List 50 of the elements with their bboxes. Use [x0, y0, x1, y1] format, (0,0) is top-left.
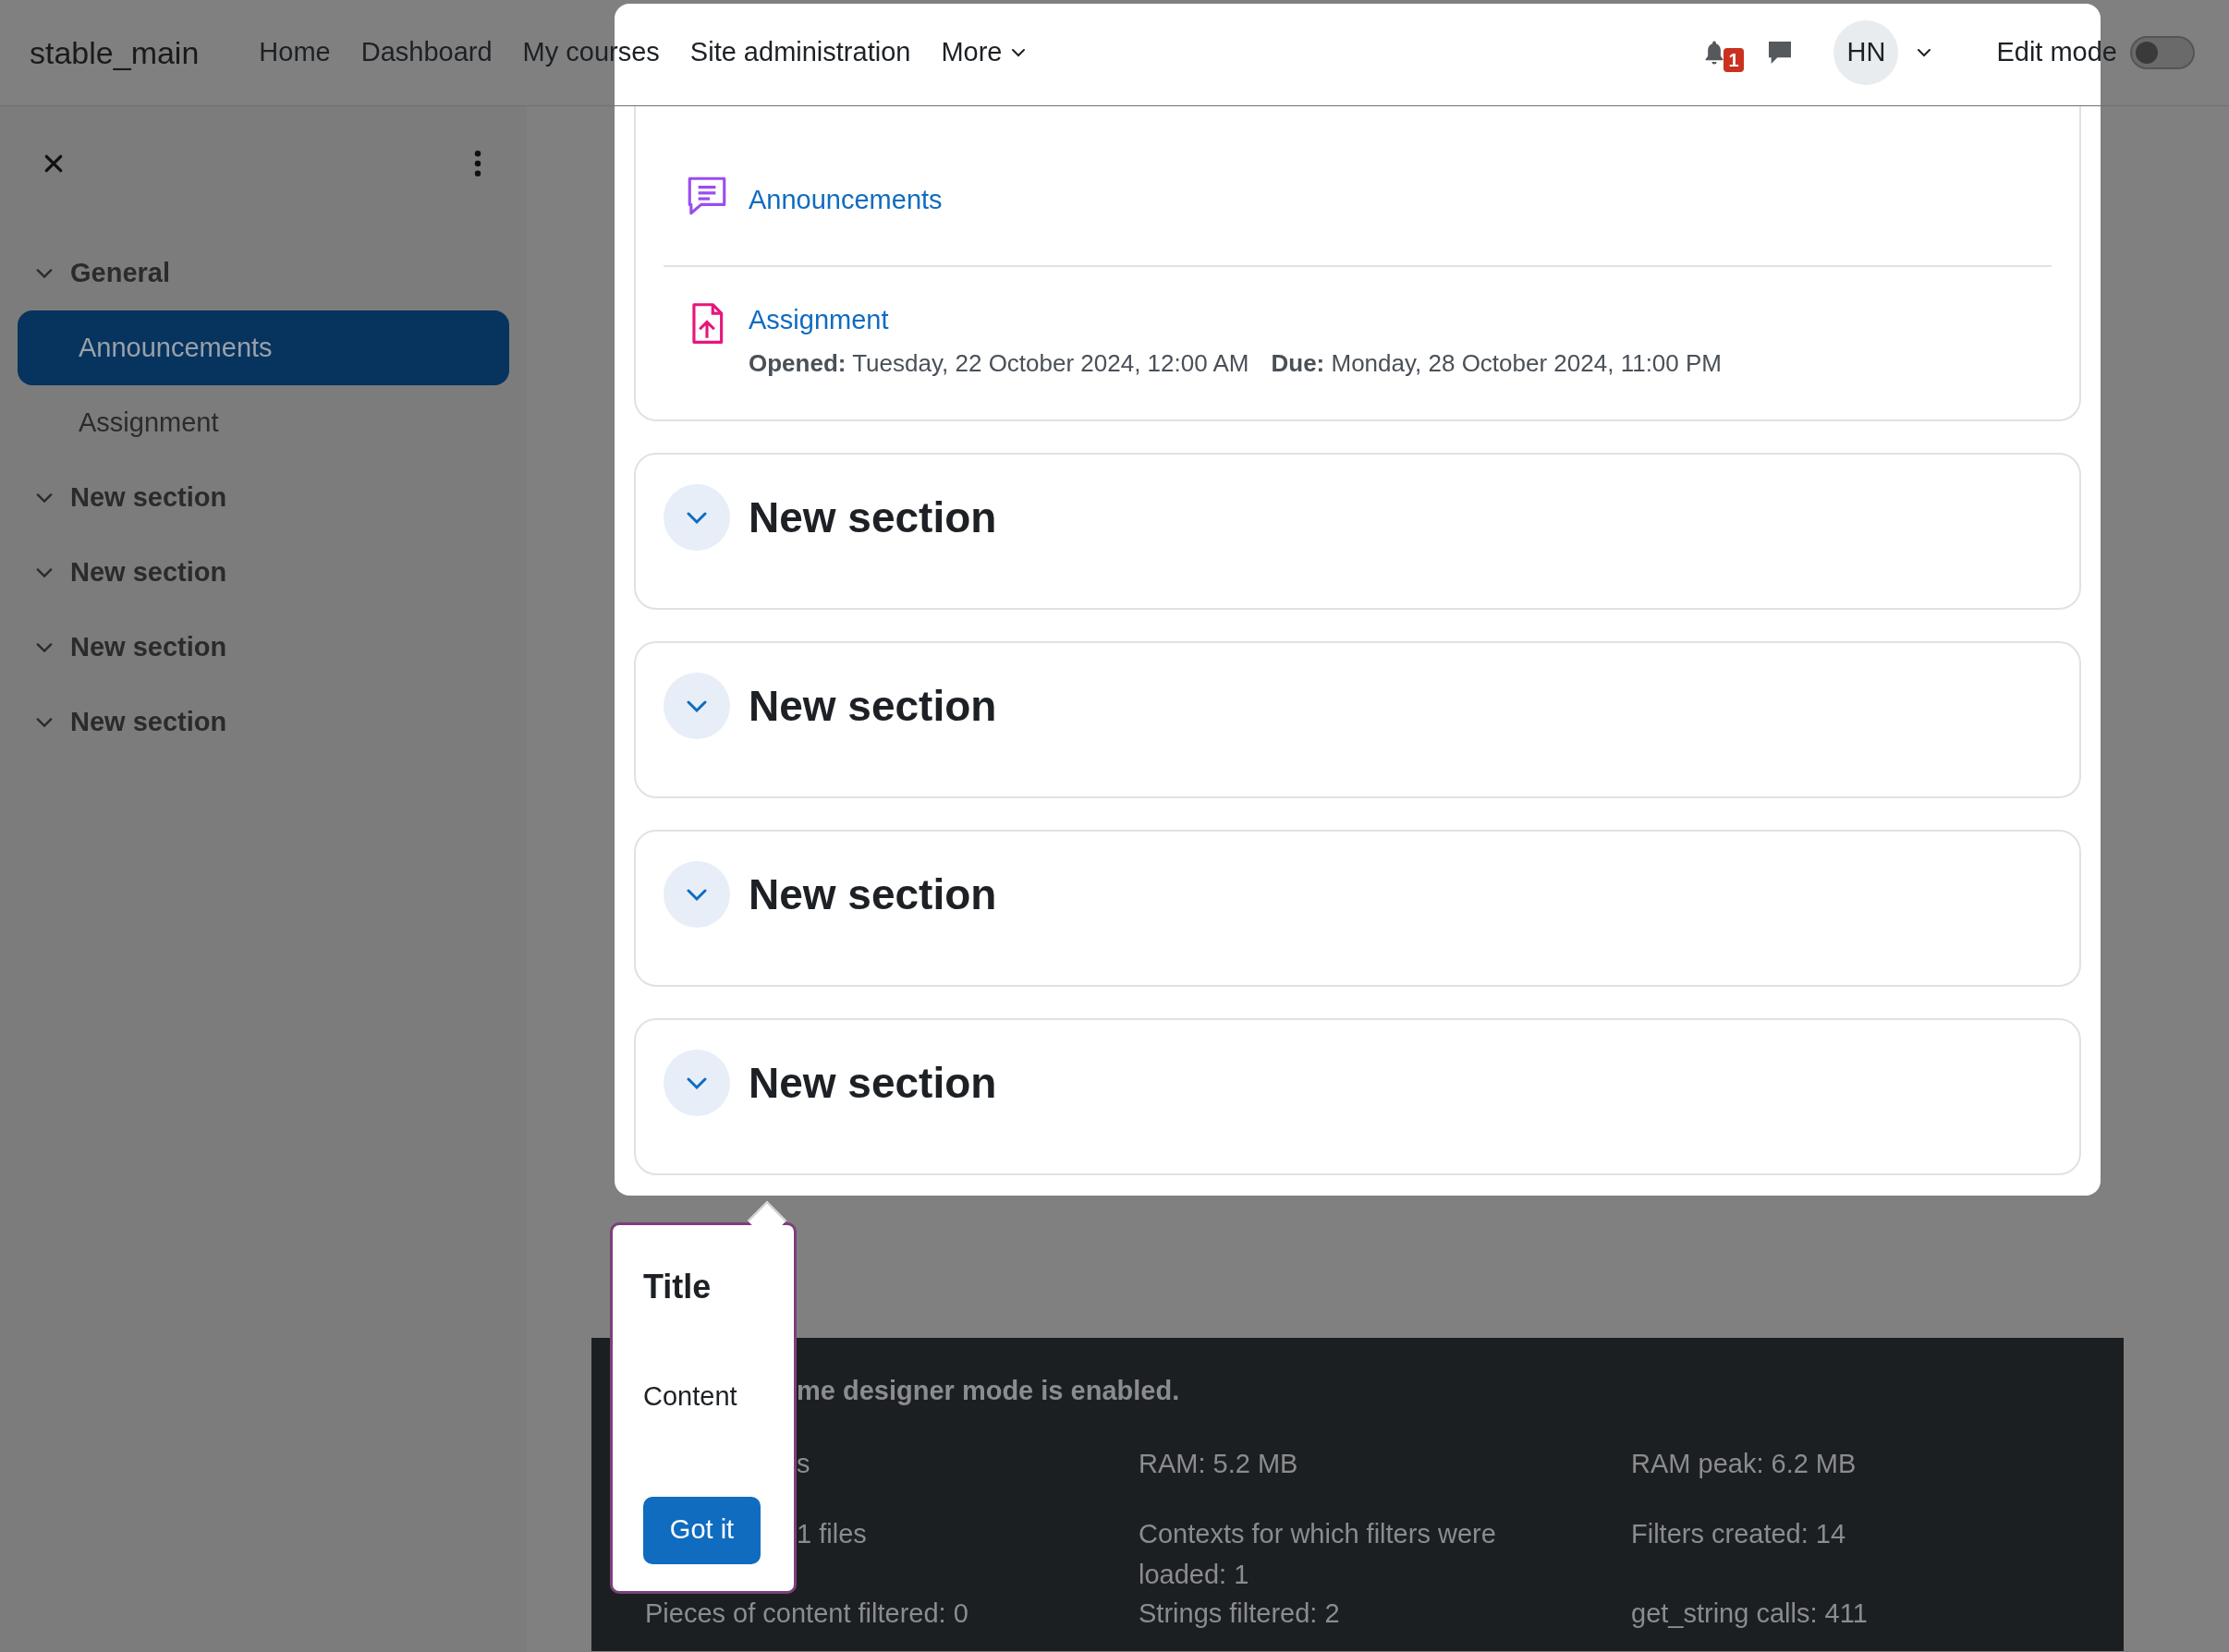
- notification-button[interactable]: 1: [1700, 30, 1749, 76]
- activity-link[interactable]: Announcements: [749, 180, 943, 221]
- chevron-icon: [35, 566, 54, 578]
- chevron-icon: [686, 1075, 708, 1090]
- edit-mode-toggle[interactable]: [2130, 36, 2195, 69]
- activity-link[interactable]: Assignment: [749, 299, 1722, 340]
- section-title: New section: [749, 1057, 997, 1109]
- chevron-icon: [686, 698, 708, 713]
- nav-link[interactable]: Home: [259, 32, 331, 73]
- footer-stat: s: [797, 1448, 811, 1480]
- footer-stat: get_string calls: 411: [1631, 1597, 1869, 1630]
- activity-date: Due: Monday, 28 October 2024, 11:00 PM: [1271, 348, 1722, 379]
- popover-content: Content: [643, 1380, 738, 1413]
- section-link[interactable]: New section: [0, 685, 527, 759]
- activity-date: Opened: Tuesday, 22 October 2024, 12:00 AM: [749, 348, 1249, 379]
- course-index-item[interactable]: Assignment: [18, 385, 509, 460]
- section-link[interactable]: New section: [0, 535, 527, 610]
- footer-stat: RAM peak: 6.2 MB: [1631, 1448, 1858, 1480]
- caret-icon: [1917, 48, 1932, 57]
- nav-link[interactable]: More: [941, 32, 1027, 73]
- footer-stat: Strings filtered: 2: [1139, 1597, 1341, 1630]
- chevron-icon: [686, 887, 708, 902]
- footer-stat: Contexts for which filters were loaded: 1: [1139, 1518, 1497, 1591]
- chevron-icon: [35, 492, 54, 504]
- section-link[interactable]: New section: [0, 460, 527, 535]
- chevron-icon: [686, 510, 708, 525]
- section-link[interactable]: New section: [0, 610, 527, 685]
- section-title: New section: [749, 492, 997, 543]
- site-name[interactable]: stable_main: [30, 29, 200, 77]
- user-menu[interactable]: HN: [1833, 20, 1932, 85]
- caret-icon: [1011, 48, 1027, 57]
- footer-notice: me designer mode is enabled.: [797, 1375, 1181, 1407]
- chevron-icon: [35, 716, 54, 728]
- chevron-icon: [35, 641, 54, 653]
- kebab-icon: [474, 151, 481, 176]
- footer-stat: RAM: 5.2 MB: [1139, 1448, 1299, 1480]
- section-title: New section: [749, 680, 997, 732]
- footer-stat: Pieces of content filtered: 0: [645, 1597, 969, 1630]
- got-it-button[interactable]: Got it: [643, 1496, 761, 1564]
- course-index-item[interactable]: Announcements: [18, 310, 509, 385]
- nav-link[interactable]: Site administration: [689, 32, 911, 73]
- footer-stat: Filters created: 14: [1631, 1518, 1847, 1550]
- notification-badge: 1: [1724, 48, 1744, 72]
- nav-link[interactable]: Dashboard: [360, 32, 493, 73]
- chevron-icon: [35, 267, 54, 279]
- section-link[interactable]: General: [0, 236, 527, 310]
- section-title: New section: [749, 869, 997, 920]
- footer-stat: 1 files: [797, 1518, 868, 1550]
- popover-title: Title: [643, 1267, 713, 1307]
- close-icon: [43, 153, 64, 174]
